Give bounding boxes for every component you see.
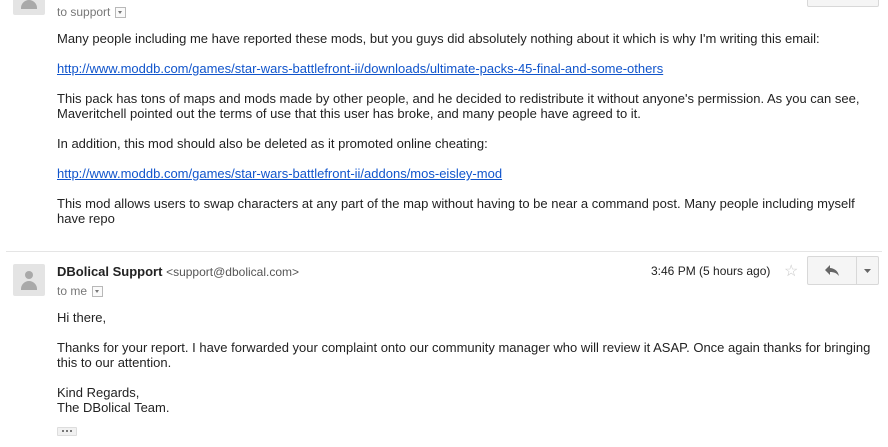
star-icon[interactable]: ☆ xyxy=(784,261,798,281)
recipient-label: to me xyxy=(57,284,88,298)
signoff-line: The DBolical Team. xyxy=(57,400,170,415)
message-paragraph: Many people including me have reported t… xyxy=(57,31,820,46)
message-paragraph: This pack has tons of maps and mods made… xyxy=(57,91,860,121)
more-options-button[interactable] xyxy=(857,257,878,284)
reply-icon xyxy=(825,265,839,276)
recipient-details-toggle[interactable] xyxy=(92,285,104,297)
recipient-details-toggle[interactable] xyxy=(115,6,127,18)
signoff-line: Kind Regards, xyxy=(57,385,140,400)
message-paragraph: In addition, this mod should also be del… xyxy=(57,136,488,151)
message-signoff: Kind Regards, The DBolical Team. xyxy=(57,385,872,415)
sender-avatar xyxy=(13,0,45,15)
message-link-paragraph: http://www.moddb.com/games/star-wars-bat… xyxy=(57,61,872,76)
message-link-paragraph: http://www.moddb.com/games/star-wars-bat… xyxy=(57,166,872,181)
sender-line: DBolical Support <support@dbolical.com> xyxy=(57,264,299,279)
reply-button-group-top[interactable] xyxy=(807,0,879,7)
moddb-link-ultimate-packs[interactable]: http://www.moddb.com/games/star-wars-bat… xyxy=(57,61,663,76)
recipient-label: to support xyxy=(57,5,111,19)
sender-email: <support@dbolical.com> xyxy=(166,265,299,279)
reply-button-group xyxy=(807,256,879,285)
recipient-line: to support xyxy=(57,5,127,19)
person-icon xyxy=(25,271,33,279)
reply-button[interactable] xyxy=(808,257,857,284)
recipient-line: to me xyxy=(57,284,104,298)
message-greeting: Hi there, xyxy=(57,310,107,325)
sender-avatar xyxy=(13,264,45,296)
message-paragraph: Thanks for your report. I have forwarded… xyxy=(57,340,871,370)
sender-name[interactable]: DBolical Support xyxy=(57,264,162,279)
message-paragraph: This mod allows users to swap characters… xyxy=(57,196,855,226)
chevron-down-icon xyxy=(864,268,871,273)
moddb-link-mos-eisley[interactable]: http://www.moddb.com/games/star-wars-bat… xyxy=(57,166,502,181)
message-timestamp: 3:46 PM (5 hours ago) xyxy=(651,264,771,278)
message-divider xyxy=(6,251,882,252)
show-trimmed-content-button[interactable] xyxy=(57,427,77,436)
